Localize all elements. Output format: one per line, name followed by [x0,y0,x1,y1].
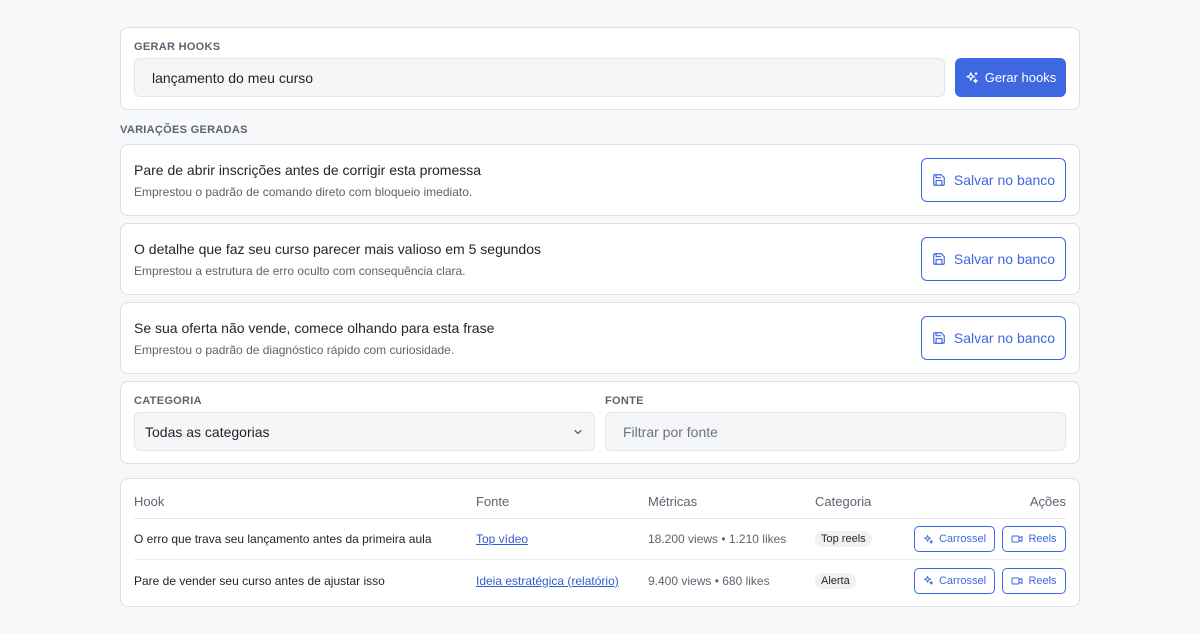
reels-label: Reels [1028,533,1057,545]
variations-section-label: VARIAÇÕES GERADAS [120,124,248,136]
hook-topic-input[interactable]: lançamento do meu curso [134,58,945,97]
sparkles-icon [923,575,934,586]
variation-title: Pare de abrir inscrições antes de corrig… [134,161,482,178]
variation-title: O detalhe que faz seu curso parecer mais… [134,240,542,257]
variation-subtitle: Emprestou o padrão de diagnóstico rápido… [134,342,455,357]
save-icon [932,252,946,266]
generate-hooks-card: GERAR HOOKS lançamento do meu curso Gera… [120,27,1080,110]
chevron-down-icon [572,426,584,438]
carousel-label: Carrossel [938,574,987,587]
generate-hooks-button[interactable]: Gerar hooks [955,58,1066,97]
sparkles-icon [965,71,979,85]
category-select[interactable]: Todas as categorias [134,412,595,451]
variation-card: O detalhe que faz seu curso parecer mais… [120,223,1080,295]
variation-subtitle: Emprestou a estrutura de erro oculto com… [134,263,466,278]
sparkles-icon [923,534,934,545]
reels-button[interactable]: Reels [1002,526,1066,552]
save-to-bank-label: Salvar no banco [953,172,1056,188]
save-icon [932,173,946,187]
column-header-source: Fonte [476,494,510,509]
save-to-bank-button[interactable]: Salvar no banco [921,158,1066,202]
save-icon [932,331,946,345]
carousel-button[interactable]: Carrossel [914,567,995,594]
variation-title: Se sua oferta não vende, comece olhando … [134,319,495,336]
video-icon [1011,533,1023,545]
generate-section-label: GERAR HOOKS [134,41,221,53]
video-icon [1011,575,1023,587]
category-filter: CATEGORIA Todas as categorias [134,395,595,463]
column-header-actions: Ações [1029,494,1066,509]
carousel-button[interactable]: Carrossel [914,526,995,552]
variation-card: Se sua oferta não vende, comece olhando … [120,302,1080,374]
source-label: FONTE [605,395,644,407]
table-row: Pare de vender seu curso antes de ajusta… [134,560,1066,601]
row-source-link[interactable]: Top vídeo [476,532,528,546]
page-container: GERAR HOOKS lançamento do meu curso Gera… [120,27,1080,607]
generate-hooks-label: Gerar hooks [984,70,1057,85]
row-hook-text: Pare de vender seu curso antes de ajusta… [134,573,385,588]
table-header: Hook Fonte Métricas Categoria Ações [134,479,1066,519]
variation-card: Pare de abrir inscrições antes de corrig… [120,144,1080,216]
reels-label: Reels [1028,574,1057,587]
filters-card: CATEGORIA Todas as categorias FONTE Filt… [120,381,1080,464]
carousel-label: Carrossel [938,533,987,545]
save-to-bank-button[interactable]: Salvar no banco [921,237,1066,281]
category-label: CATEGORIA [134,395,202,407]
column-header-hook: Hook [134,494,165,509]
save-to-bank-button[interactable]: Salvar no banco [921,316,1066,360]
hooks-table: Hook Fonte Métricas Categoria Ações O er… [120,478,1080,607]
column-header-metrics: Métricas [648,494,698,509]
save-to-bank-label: Salvar no banco [953,330,1056,346]
table-row: O erro que trava seu lançamento antes da… [134,519,1066,560]
row-hook-text: O erro que trava seu lançamento antes da… [134,532,432,546]
row-metrics: 9.400 views • 680 likes [648,573,770,588]
category-badge: Top reels [815,531,872,547]
source-filter-input[interactable]: Filtrar por fonte [605,412,1066,451]
reels-button[interactable]: Reels [1002,567,1066,594]
row-source-link[interactable]: Ideia estratégica (relatório) [476,574,619,588]
save-to-bank-label: Salvar no banco [953,251,1056,267]
source-filter: FONTE Filtrar por fonte [605,395,1066,463]
row-metrics: 18.200 views • 1.210 likes [648,532,787,546]
category-select-value: Todas as categorias [145,423,270,440]
variation-subtitle: Emprestou o padrão de comando direto com… [134,184,473,199]
column-header-category: Categoria [815,494,872,509]
category-badge: Alerta [815,572,856,589]
